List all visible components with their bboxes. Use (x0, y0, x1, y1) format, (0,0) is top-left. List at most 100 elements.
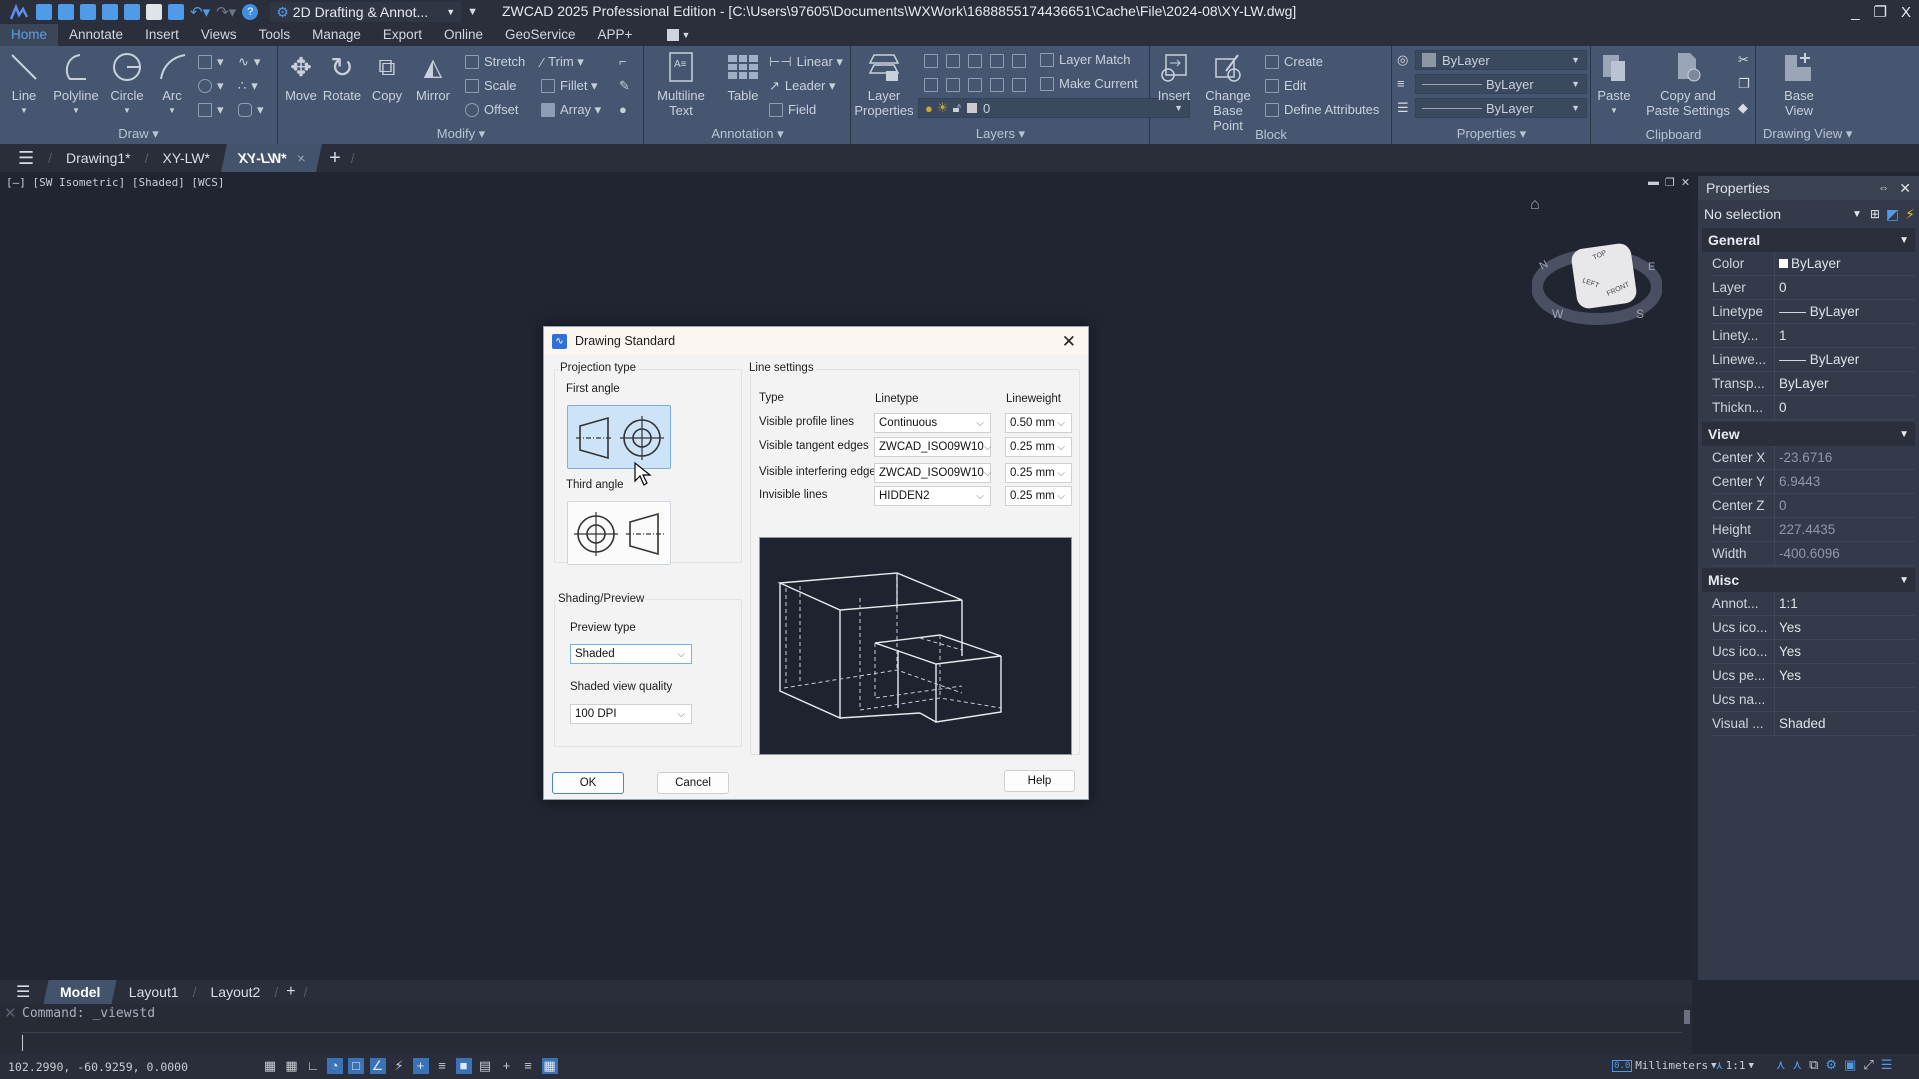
toggle-pickadd-icon[interactable]: ⊞ (1870, 207, 1880, 221)
property-row[interactable]: Ucs pe... Yes (1712, 663, 1915, 688)
linear-dimension-button[interactable]: ⊢⊣ Linear ▾ (769, 54, 843, 70)
tab-layout2[interactable]: Layout2 (197, 984, 275, 1000)
property-row[interactable]: Linetype —— ByLayer (1712, 299, 1915, 324)
property-value[interactable]: ByLayer (1774, 371, 1915, 396)
property-value[interactable]: Yes (1774, 663, 1915, 688)
third-angle-option[interactable] (567, 501, 671, 565)
panel-title-annotation[interactable]: Annotation ▾ (645, 126, 850, 142)
stretch-button[interactable]: Stretch (465, 54, 525, 69)
property-row[interactable]: Thickn... 0 (1712, 395, 1915, 420)
viewcube[interactable]: N E S W TOP LEFT FRONT (1532, 230, 1662, 330)
copy-clip-icon[interactable]: ❐ (1738, 76, 1750, 92)
boundary-tool[interactable]: ▾ (238, 102, 264, 118)
match-properties-icon[interactable]: ◆ (1738, 100, 1748, 116)
layer-freeze-icon[interactable] (968, 54, 982, 68)
layer-unlock-icon[interactable] (990, 78, 1004, 92)
hatch-tool[interactable]: ▾ (198, 102, 224, 118)
circle-button[interactable]: Circle ▼ (106, 50, 148, 118)
select-objects-icon[interactable]: ◩ (1886, 206, 1899, 223)
property-value[interactable]: 227.4435 (1774, 517, 1915, 542)
copy-paste-settings-button[interactable]: Copy and Paste Settings (1644, 50, 1732, 118)
layer-unisolate-icon[interactable] (946, 78, 960, 92)
erase-icon[interactable]: ✎ (619, 78, 630, 94)
array-button[interactable]: Array ▾ (541, 102, 601, 118)
command-scrollbar[interactable] (1684, 1010, 1690, 1024)
auto-scale-icon[interactable]: ⋏ (1793, 1057, 1803, 1073)
layer-walk-icon[interactable] (1012, 78, 1026, 92)
dynamic-input-icon[interactable]: + (412, 1058, 429, 1074)
ribbon-toggle-icon[interactable] (667, 29, 680, 41)
restore-button[interactable]: ❐ (1874, 3, 1887, 21)
panel-title-drawing-view[interactable]: Drawing View ▾ (1763, 126, 1919, 142)
tab-home[interactable]: Home (0, 24, 59, 46)
lineweight-dropdown[interactable]: ByLayer ▼ (1415, 98, 1587, 118)
linetype-dropdown[interactable]: ZWCAD_ISO09W10 ⌵ (874, 437, 991, 457)
fillet-button[interactable]: Fillet ▾ (541, 78, 598, 94)
property-value[interactable]: ByLayer (1774, 251, 1915, 276)
annotation-monitor-icon[interactable]: + (499, 1058, 515, 1074)
section-misc[interactable]: Misc ▼ (1702, 568, 1915, 592)
undo-icon[interactable]: ↶▾ (190, 3, 210, 21)
doc-tab[interactable]: XY-LW* (149, 144, 224, 172)
property-value[interactable]: 0 (1774, 275, 1915, 300)
property-row[interactable]: Visual ... Shaded (1712, 711, 1915, 736)
table-button[interactable]: Table (723, 50, 763, 103)
color-dropdown[interactable]: ByLayer ▼ (1415, 50, 1587, 70)
layer-properties-button[interactable]: Layer Properties (852, 50, 916, 118)
tab-model[interactable]: Model (43, 980, 118, 1004)
chevron-down-icon[interactable]: ▼ (681, 30, 690, 40)
copy-button[interactable]: ⧉ Copy (369, 50, 405, 103)
lineweight-dropdown[interactable]: 0.25 mm ⌵ (1005, 486, 1072, 506)
layer-lock-icon[interactable] (990, 54, 1004, 68)
viewport-restore-icon[interactable]: ❐ (1665, 176, 1675, 189)
settings-gear-icon[interactable]: ⚙ (1825, 1057, 1837, 1073)
viewport-minimize-icon[interactable]: ▬ (1648, 176, 1659, 189)
ok-button[interactable]: OK (552, 772, 624, 794)
close-button[interactable]: X (1901, 4, 1911, 21)
fullscreen-icon[interactable]: ⤢ (1863, 1057, 1873, 1073)
move-button[interactable]: ✥ Move (283, 50, 319, 104)
viewport-controls-label[interactable]: [—] [SW Isometric] [Shaded] [WCS] (6, 176, 225, 189)
dialog-titlebar[interactable]: ∿ Drawing Standard (544, 327, 1088, 355)
break-icon[interactable]: ⌐ (619, 54, 627, 69)
mirror-button[interactable]: ◭ Mirror (413, 50, 453, 103)
isolate-objects-icon[interactable]: ▦ (541, 1058, 558, 1074)
tab-views[interactable]: Views (190, 24, 248, 46)
tab-annotate[interactable]: Annotate (58, 24, 134, 46)
field-button[interactable]: Field (769, 102, 816, 117)
property-row[interactable]: Annot... 1:1 (1712, 591, 1915, 616)
workspace-selector[interactable]: ⚙ 2D Drafting & Annot... ▼ (270, 2, 462, 22)
selection-dropdown[interactable]: No selection ▼ ⊞ ◩ ⚡ (1702, 202, 1915, 226)
snap-mode-icon[interactable]: ▦ (284, 1058, 300, 1074)
property-value[interactable]: 1 (1774, 323, 1915, 348)
command-input[interactable] (22, 1032, 1682, 1052)
doc-tab[interactable]: Drawing1* (52, 144, 145, 172)
linetype-dropdown[interactable]: ByLayer ▼ (1415, 74, 1587, 94)
preview-type-dropdown[interactable]: Shaded ⌵ (570, 644, 692, 664)
linetype-dropdown[interactable]: Continuous ⌵ (874, 413, 991, 433)
print-preview-icon[interactable] (168, 4, 184, 20)
property-value[interactable] (1774, 687, 1915, 712)
hardware-acceleration-icon[interactable]: ▣ (1844, 1057, 1856, 1073)
transparency-icon[interactable]: ■ (455, 1058, 472, 1074)
property-row[interactable]: Color ByLayer (1712, 251, 1915, 276)
property-row[interactable]: Height 227.4435 (1712, 517, 1915, 542)
lineweight-dropdown[interactable]: 0.50 mm ⌵ (1005, 413, 1072, 433)
customize-menu-icon[interactable]: ☰ (1881, 1057, 1893, 1073)
lineweight-dropdown[interactable]: 0.25 mm ⌵ (1005, 463, 1072, 483)
linetype-dropdown[interactable]: ZWCAD_ISO09W10 ⌵ (874, 463, 991, 483)
section-general[interactable]: General ▼ (1702, 228, 1915, 252)
rotate-button[interactable]: ↻ Rotate (321, 50, 363, 103)
change-base-point-button[interactable]: Change Base Point (1197, 50, 1259, 133)
tab-layout1[interactable]: Layout1 (115, 984, 193, 1000)
cut-icon[interactable]: ✂ (1738, 52, 1749, 68)
base-view-button[interactable]: Base View (1771, 50, 1827, 118)
point-tool[interactable]: ∴ ▾ (238, 78, 258, 94)
viewport-close-icon[interactable]: ✕ (1681, 176, 1690, 189)
polar-tracking-icon[interactable]: ◔ (326, 1058, 343, 1074)
layer-match-button[interactable]: Layer Match (1040, 52, 1131, 67)
make-current-button[interactable]: Make Current (1040, 76, 1138, 91)
close-panel-icon[interactable]: ✕ (1899, 180, 1911, 197)
customize-toolbar-icon[interactable]: ▼ (467, 6, 478, 18)
open-folder-icon[interactable] (58, 4, 74, 20)
